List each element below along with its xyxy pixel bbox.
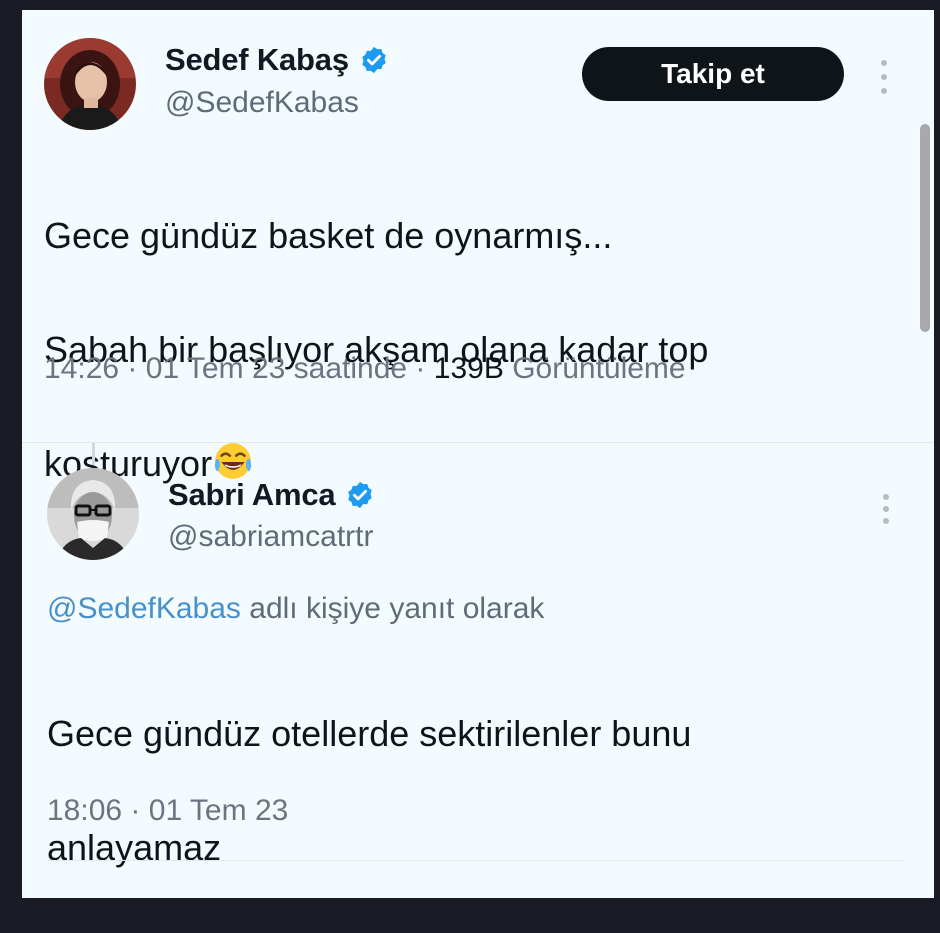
reply-author-name[interactable]: Sabri Amca	[168, 477, 375, 513]
tweet-time[interactable]: 14:26	[44, 352, 119, 385]
reply-to-suffix: adlı kişiye yanıt olarak	[249, 592, 545, 625]
author-name-text: Sedef Kabaş	[165, 42, 349, 77]
tweet-text-line: Gece gündüz basket de oynarmış...	[44, 215, 613, 256]
thread-connector-line	[92, 443, 95, 465]
reply-author-name-text: Sabri Amca	[168, 477, 336, 512]
tweet-text-line: koşturuyor	[44, 435, 708, 492]
scrollbar[interactable]	[920, 124, 930, 332]
author-name[interactable]: Sedef Kabaş	[165, 42, 389, 78]
tears-of-joy-emoji-icon	[212, 440, 254, 482]
reply-text: Gece gündüz otellerde sektirilenler bunu…	[47, 648, 691, 933]
tweet-meta: 14:26 · 01 Tem 23 saatinde · 139B Görünt…	[44, 352, 686, 386]
meta-separator: ·	[130, 794, 141, 827]
divider	[22, 442, 934, 443]
reply-more-options-icon[interactable]	[878, 494, 894, 524]
reply-meta: 18:06 · 01 Tem 23	[47, 794, 288, 828]
reply-author-handle[interactable]: @sabriamcatrtr	[168, 520, 374, 554]
views-label: Görüntüleme	[512, 352, 686, 385]
tweet-card: Sedef Kabaş @SedefKabas Takip et Gece gü…	[22, 10, 934, 898]
reply-date[interactable]: 01 Tem 23	[149, 794, 289, 827]
divider	[47, 860, 905, 861]
verified-badge-icon	[345, 480, 375, 510]
reply-to-mention[interactable]: @SedefKabas	[47, 592, 241, 625]
reply-time[interactable]: 18:06	[47, 794, 122, 827]
author-handle[interactable]: @SedefKabas	[165, 86, 359, 120]
replying-to: @SedefKabas adlı kişiye yanıt olarak	[47, 592, 544, 626]
follow-button[interactable]: Takip et	[582, 47, 844, 101]
author-avatar[interactable]	[44, 38, 136, 130]
verified-badge-icon	[359, 45, 389, 75]
more-options-icon[interactable]	[876, 60, 892, 94]
meta-separator: ·	[415, 352, 426, 385]
reply-text-line: Gece gündüz otellerde sektirilenler bunu	[47, 713, 692, 754]
tweet-text: Gece gündüz basket de oynarmış... Sabah …	[44, 150, 708, 549]
views-count: 139B	[433, 352, 504, 385]
reply-author-avatar[interactable]	[47, 468, 139, 560]
tweet-date[interactable]: 01 Tem 23 saatinde	[146, 352, 407, 385]
meta-separator: ·	[127, 352, 138, 385]
